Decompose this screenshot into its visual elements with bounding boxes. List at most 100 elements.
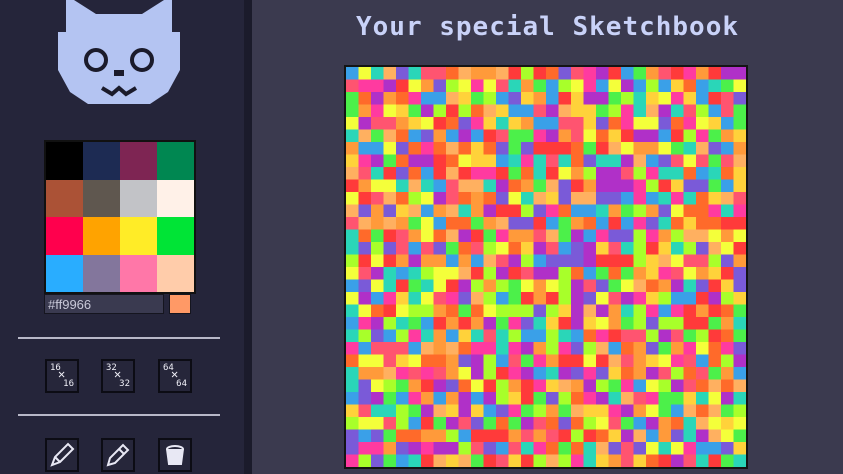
canvas-pixel[interactable]: [433, 117, 447, 130]
canvas-pixel[interactable]: [358, 167, 372, 180]
canvas-pixel[interactable]: [608, 454, 622, 468]
canvas-pixel[interactable]: [408, 229, 422, 243]
canvas-pixel[interactable]: [708, 92, 722, 105]
canvas-pixel[interactable]: [471, 129, 484, 143]
canvas-pixel[interactable]: [446, 129, 459, 143]
canvas-pixel[interactable]: [521, 217, 534, 230]
canvas-pixel[interactable]: [658, 317, 672, 330]
canvas-pixel[interactable]: [521, 429, 534, 443]
canvas-pixel[interactable]: [433, 454, 447, 468]
canvas-pixel[interactable]: [396, 92, 409, 105]
canvas-pixel[interactable]: [558, 342, 572, 355]
canvas-pixel[interactable]: [571, 254, 584, 268]
canvas-pixel[interactable]: [358, 404, 372, 418]
canvas-pixel[interactable]: [658, 417, 672, 430]
canvas-pixel[interactable]: [733, 117, 747, 130]
canvas-pixel[interactable]: [421, 429, 434, 443]
canvas-pixel[interactable]: [471, 142, 484, 155]
canvas-pixel[interactable]: [596, 267, 609, 280]
canvas-pixel[interactable]: [383, 329, 397, 343]
canvas-pixel[interactable]: [508, 292, 522, 305]
canvas-pixel[interactable]: [571, 104, 584, 118]
canvas-pixel[interactable]: [608, 317, 622, 330]
canvas-pixel[interactable]: [496, 292, 509, 305]
canvas-pixel[interactable]: [446, 379, 459, 393]
canvas-pixel[interactable]: [621, 217, 634, 230]
canvas-pixel[interactable]: [508, 329, 522, 343]
canvas-pixel[interactable]: [621, 142, 634, 155]
canvas-pixel[interactable]: [571, 417, 584, 430]
canvas-pixel[interactable]: [521, 104, 534, 118]
canvas-pixel[interactable]: [621, 179, 634, 193]
canvas-pixel[interactable]: [658, 129, 672, 143]
canvas-pixel[interactable]: [471, 217, 484, 230]
canvas-pixel[interactable]: [533, 217, 547, 230]
canvas-pixel[interactable]: [671, 417, 684, 430]
canvas-pixel[interactable]: [558, 392, 572, 405]
canvas-pixel[interactable]: [596, 429, 609, 443]
canvas-pixel[interactable]: [346, 192, 359, 205]
canvas-pixel[interactable]: [396, 379, 409, 393]
canvas-pixel[interactable]: [583, 454, 597, 468]
canvas-pixel[interactable]: [571, 204, 584, 218]
canvas-pixel[interactable]: [508, 154, 522, 168]
canvas-pixel[interactable]: [496, 392, 509, 405]
canvas-pixel[interactable]: [546, 142, 559, 155]
canvas-pixel[interactable]: [621, 67, 634, 80]
canvas-pixel[interactable]: [546, 67, 559, 80]
canvas-pixel[interactable]: [671, 367, 684, 380]
canvas-pixel[interactable]: [383, 179, 397, 193]
canvas-pixel[interactable]: [658, 204, 672, 218]
canvas-pixel[interactable]: [421, 154, 434, 168]
canvas-pixel[interactable]: [596, 104, 609, 118]
color-swatch[interactable]: [46, 217, 83, 255]
color-swatch[interactable]: [157, 254, 194, 292]
canvas-pixel[interactable]: [721, 192, 734, 205]
canvas-pixel[interactable]: [671, 292, 684, 305]
canvas-pixel[interactable]: [483, 292, 497, 305]
bucket-tool-button[interactable]: [158, 438, 192, 472]
canvas-pixel[interactable]: [383, 379, 397, 393]
canvas-pixel[interactable]: [521, 79, 534, 93]
canvas-pixel[interactable]: [483, 367, 497, 380]
canvas-pixel[interactable]: [733, 154, 747, 168]
canvas-pixel[interactable]: [508, 129, 522, 143]
canvas-pixel[interactable]: [383, 442, 397, 455]
canvas-pixel[interactable]: [671, 142, 684, 155]
canvas-pixel[interactable]: [571, 242, 584, 255]
canvas-pixel[interactable]: [683, 379, 697, 393]
canvas-pixel[interactable]: [358, 379, 372, 393]
canvas-pixel[interactable]: [558, 179, 572, 193]
canvas-pixel[interactable]: [458, 154, 472, 168]
canvas-pixel[interactable]: [421, 217, 434, 230]
canvas-pixel[interactable]: [496, 117, 509, 130]
canvas-pixel[interactable]: [521, 242, 534, 255]
canvas-pixel[interactable]: [446, 92, 459, 105]
canvas-pixel[interactable]: [533, 354, 547, 368]
canvas-pixel[interactable]: [708, 229, 722, 243]
canvas-pixel[interactable]: [696, 79, 709, 93]
canvas-pixel[interactable]: [433, 367, 447, 380]
canvas-pixel[interactable]: [671, 379, 684, 393]
canvas-pixel[interactable]: [446, 67, 459, 80]
canvas-pixel[interactable]: [383, 167, 397, 180]
canvas-pixel[interactable]: [571, 404, 584, 418]
canvas-pixel[interactable]: [546, 292, 559, 305]
canvas-pixel[interactable]: [583, 142, 597, 155]
canvas-pixel[interactable]: [633, 92, 647, 105]
canvas-pixel[interactable]: [633, 267, 647, 280]
canvas-pixel[interactable]: [696, 204, 709, 218]
canvas-pixel[interactable]: [458, 104, 472, 118]
canvas-pixel[interactable]: [596, 154, 609, 168]
canvas-pixel[interactable]: [546, 342, 559, 355]
canvas-pixel[interactable]: [571, 279, 584, 293]
canvas-pixel[interactable]: [633, 429, 647, 443]
canvas-pixel[interactable]: [346, 342, 359, 355]
canvas-pixel[interactable]: [646, 392, 659, 405]
canvas-pixel[interactable]: [358, 254, 372, 268]
canvas-pixel[interactable]: [596, 354, 609, 368]
canvas-pixel[interactable]: [571, 442, 584, 455]
canvas-pixel[interactable]: [446, 454, 459, 468]
canvas-pixel[interactable]: [521, 142, 534, 155]
canvas-pixel[interactable]: [558, 329, 572, 343]
